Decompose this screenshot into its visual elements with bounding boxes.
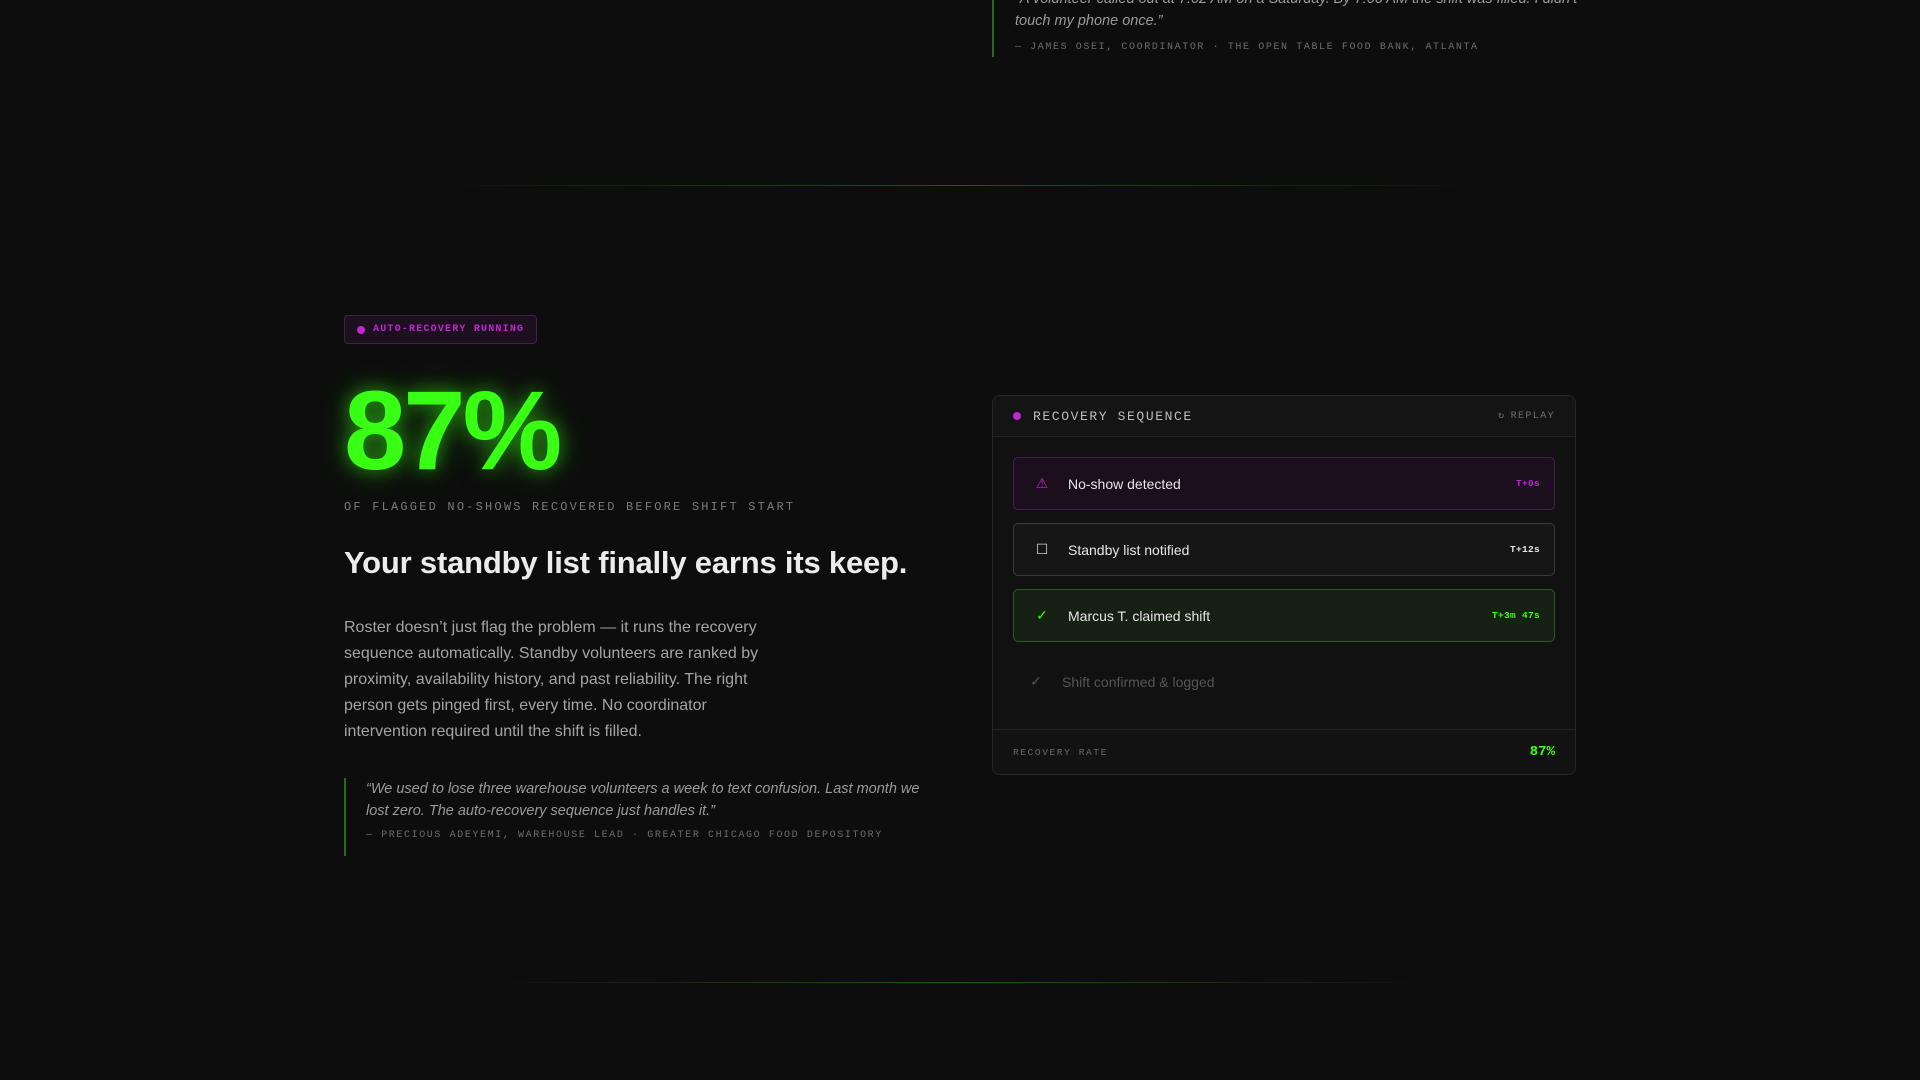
recovery-sequence-card: RECOVERY SEQUENCE ↻ REPLAY ⚠ No-show det… bbox=[992, 395, 1576, 775]
top-testimonial-attribution: — JAMES OSEI, COORDINATOR · THE OPEN TAB… bbox=[1015, 42, 1479, 53]
section-divider bbox=[490, 982, 1430, 983]
check-icon: ✓ bbox=[1030, 673, 1042, 689]
recovery-rate-label: RECOVERY RATE bbox=[1013, 746, 1108, 758]
step-time: T+3m 47s bbox=[1491, 610, 1540, 621]
step-label: Shift confirmed & logged bbox=[1062, 673, 1215, 690]
recovery-stat-value: 87% bbox=[344, 368, 562, 493]
testimonial-text: “We used to lose three warehouse volunte… bbox=[366, 781, 920, 819]
step-label: No-show detected bbox=[1068, 475, 1181, 492]
top-testimonial-text: “A volunteer called out at 7:02 AM on a … bbox=[1015, 0, 1577, 29]
replay-label: REPLAY bbox=[1510, 410, 1555, 422]
card-title: RECOVERY SEQUENCE bbox=[1033, 408, 1193, 424]
check-icon: ✓ bbox=[1036, 607, 1048, 623]
step-shift-claimed: ✓ Marcus T. claimed shift T+3m 47s bbox=[1013, 589, 1555, 642]
section-divider bbox=[440, 185, 1480, 186]
replay-icon: ↻ bbox=[1498, 411, 1506, 422]
recovery-rate-value: 87% bbox=[1529, 744, 1555, 760]
step-label: Marcus T. claimed shift bbox=[1068, 607, 1211, 624]
step-list: ⚠ No-show detected T+0s ☐ Standby list n… bbox=[993, 437, 1575, 708]
live-dot-icon bbox=[1013, 412, 1021, 420]
step-time: T+0s bbox=[1515, 478, 1540, 489]
top-testimonial: “A volunteer called out at 7:02 AM on a … bbox=[992, 0, 1582, 57]
replay-button[interactable]: ↻ REPLAY bbox=[1498, 410, 1555, 423]
step-shift-confirmed: ✓ Shift confirmed & logged bbox=[1013, 655, 1555, 708]
status-badge: AUTO-RECOVERY RUNNING bbox=[344, 315, 538, 344]
warning-icon: ⚠ bbox=[1035, 475, 1049, 491]
phone-icon: ☐ bbox=[1035, 541, 1049, 557]
testimonial: “We used to lose three warehouse volunte… bbox=[344, 778, 944, 856]
card-header: RECOVERY SEQUENCE ↻ REPLAY bbox=[993, 396, 1575, 437]
card-footer: RECOVERY RATE 87% bbox=[993, 729, 1575, 774]
section-body: Roster doesn’t just flag the problem — i… bbox=[344, 619, 759, 740]
step-time: T+12s bbox=[1509, 544, 1540, 555]
testimonial-attribution: — PRECIOUS ADEYEMI, WAREHOUSE LEAD · GRE… bbox=[366, 830, 883, 841]
status-dot-icon bbox=[357, 325, 365, 334]
step-label: Standby list notified bbox=[1068, 541, 1190, 558]
step-no-show-detected: ⚠ No-show detected T+0s bbox=[1013, 457, 1555, 510]
step-standby-notified: ☐ Standby list notified T+12s bbox=[1013, 523, 1555, 576]
section-headline: Your standby list finally earns its keep… bbox=[344, 545, 908, 580]
recovery-stat-caption: OF FLAGGED NO-SHOWS RECOVERED BEFORE SHI… bbox=[344, 500, 796, 514]
status-badge-label: AUTO-RECOVERY RUNNING bbox=[373, 324, 525, 335]
